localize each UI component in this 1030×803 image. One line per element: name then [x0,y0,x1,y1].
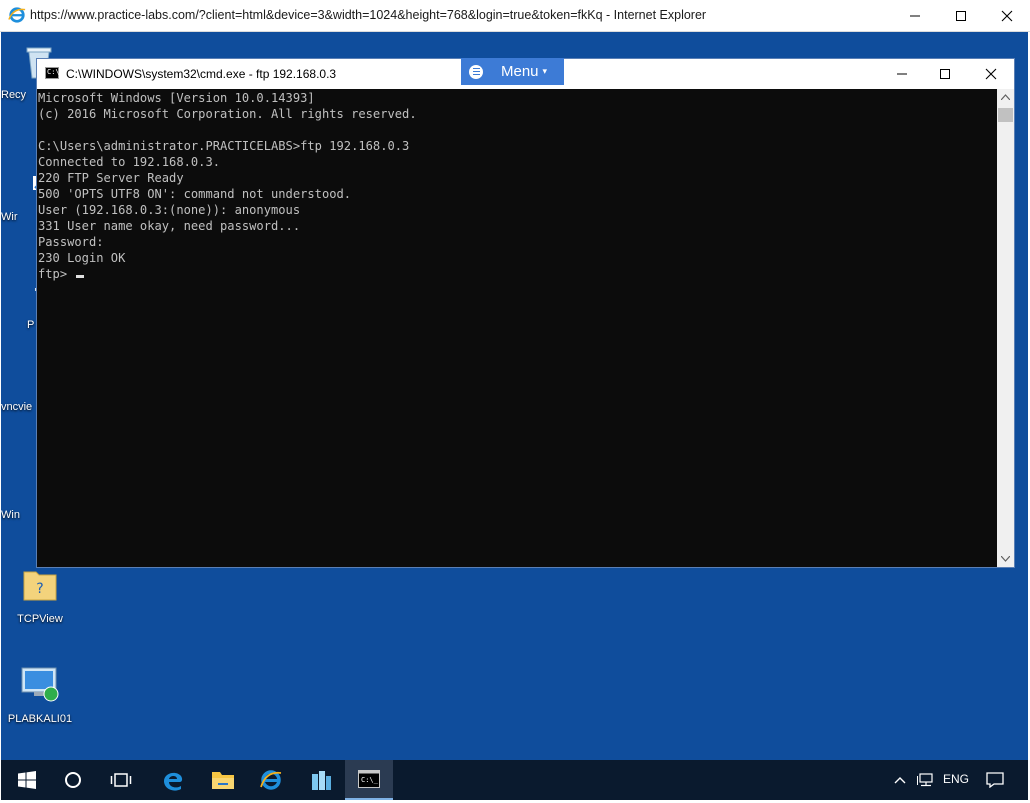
taskbar-edge[interactable] [149,760,197,800]
vertical-scrollbar[interactable] [997,89,1014,567]
browser-title: https://www.practice-labs.com/?client=ht… [30,8,707,22]
internet-explorer-icon [8,7,26,23]
cortana-button[interactable] [51,760,95,800]
console-line: 500 'OPTS UTF8 ON': command not understo… [38,187,352,201]
scroll-down-arrow-icon[interactable] [1001,556,1010,562]
svg-text:?: ? [36,581,43,597]
taskbar: C:\_ ENG [1,760,1028,800]
start-button[interactable] [5,760,49,800]
scrollbar-thumb[interactable] [998,108,1013,122]
scroll-up-arrow-icon[interactable] [1001,94,1010,100]
remote-desktop: Recy Wir P vncvie Win ? TCPView PLABKALI… [1,32,1028,760]
input-language-indicator[interactable]: ENG [943,772,969,786]
cmd-window[interactable]: C:\ C:\WINDOWS\system32\cmd.exe - ftp 19… [36,58,1015,568]
text-cursor [76,275,85,278]
cmd-title: C:\WINDOWS\system32\cmd.exe - ftp 192.16… [66,67,337,81]
desktop-icon-label: PLABKALI01 [7,713,73,725]
close-icon [1001,10,1013,22]
show-hidden-icons-button[interactable] [889,760,911,800]
console-line: Password: [38,235,104,249]
windows-start-icon [18,771,36,789]
desktop-icon-tcpview[interactable]: ? TCPView [2,564,78,625]
console-line: Connected to 192.168.0.3. [38,155,221,169]
minimize-icon [910,15,920,17]
menu-label: Menu [501,63,539,80]
file-explorer-icon [212,772,234,789]
internet-explorer-icon [260,770,282,790]
console-line: Microsoft Windows [Version 10.0.14393] [38,91,315,105]
minimize-icon [897,73,907,75]
maximize-icon [956,11,966,21]
taskbar-cmd-active[interactable]: C:\_ [345,760,393,800]
taskbar-internet-explorer[interactable] [247,760,295,800]
task-view-button[interactable] [99,760,143,800]
chevron-down-icon: ▾ [542,66,548,76]
taskbar-server-manager[interactable] [297,760,345,800]
notification-icon [986,772,1004,788]
action-center-button[interactable] [979,760,1011,800]
taskbar-file-explorer[interactable] [199,760,247,800]
task-view-icon [110,773,132,787]
chevron-up-icon [894,777,906,784]
cmd-maximize-button[interactable] [922,59,968,89]
console-line: (c) 2016 Microsoft Corporation. All righ… [38,107,417,121]
browser-close-button[interactable] [984,0,1030,32]
desktop-icon-label: TCPView [17,613,63,625]
menu-button[interactable]: Menu ▾ [461,58,564,85]
desktop-icon-remote-desktop[interactable]: PLABKALI01 [2,664,78,725]
svg-text:C:\_: C:\_ [361,776,379,784]
console-line: User (192.168.0.3:(none)): anonymous [38,203,301,217]
browser-minimize-button[interactable] [892,0,938,32]
cortana-icon [65,772,81,788]
ftp-prompt: ftp> [38,267,75,281]
server-manager-icon [312,771,331,790]
close-icon [985,68,997,80]
console-line: 331 User name okay, need password... [38,219,301,233]
edge-icon [164,772,183,791]
remote-desktop-icon [21,667,59,702]
cmd-app-icon: C:\ [45,67,60,79]
browser-maximize-button[interactable] [938,0,984,32]
console-output[interactable]: Microsoft Windows [Version 10.0.14393] (c… [37,89,997,567]
network-button[interactable] [913,760,939,800]
console-line: C:\Users\administrator.PRACTICELABS>ftp … [38,139,410,153]
console-line: 220 FTP Server Ready [38,171,184,185]
console-line: 230 Login OK [38,251,126,265]
browser-titlebar: https://www.practice-labs.com/?client=ht… [0,0,1030,32]
console-prompt-line[interactable]: ftp> [38,266,417,282]
cmd-close-button[interactable] [968,59,1014,89]
network-icon [917,773,933,787]
menu-icon [469,64,483,79]
tcpview-icon: ? [23,571,57,601]
cmd-minimize-button[interactable] [879,59,925,89]
cmd-icon: C:\_ [358,770,380,788]
maximize-icon [940,69,950,79]
